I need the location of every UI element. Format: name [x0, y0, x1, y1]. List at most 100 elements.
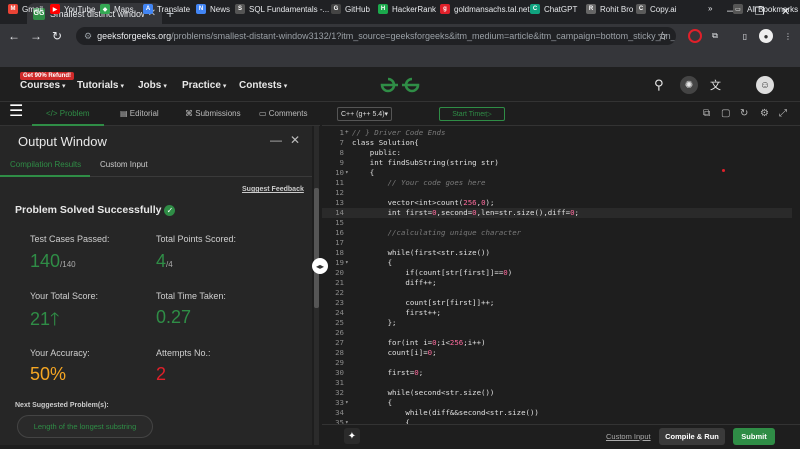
line-number: 17: [335, 238, 344, 247]
all-bookmarks[interactable]: ▭ All Bookmarks: [733, 4, 798, 14]
code-line: 17: [322, 238, 800, 248]
bookmark-item[interactable]: g goldmansachs.tal.net: [440, 4, 530, 14]
extension-puzzle-icon[interactable]: ⧉: [708, 29, 722, 43]
tab-custom-input[interactable]: Custom Input: [100, 160, 148, 169]
bookmark-item[interactable]: H HackerRank: [378, 4, 436, 14]
bookmark-item[interactable]: A Translate: [143, 4, 190, 14]
code-line: 25 };: [322, 318, 800, 328]
url-input[interactable]: ⚙ geeksforgeeks.org/problems/smallest-di…: [76, 27, 676, 45]
code-line: 23 count[str[first]]++;: [322, 298, 800, 308]
output-scrollbar-thumb[interactable]: [314, 188, 319, 308]
attempts-value: 2: [156, 364, 167, 384]
language-select[interactable]: C++ (g++ 5.4) ▾: [337, 107, 392, 121]
code-line: 34 while(diff&&second<str.size()): [322, 408, 800, 418]
fold-toggle-icon[interactable]: +: [345, 128, 349, 138]
nav-jobs[interactable]: Jobs ▾: [138, 80, 167, 91]
extension-record-icon[interactable]: [688, 29, 702, 43]
bookmark-item[interactable]: C Copy.ai: [636, 4, 677, 14]
translate-icon[interactable]: 文: [710, 77, 721, 93]
theme-toggle-icon[interactable]: ✺: [680, 76, 698, 94]
code-line: 29: [322, 358, 800, 368]
close-output-icon[interactable]: ✕: [290, 133, 300, 147]
search-icon[interactable]: ⚲: [654, 77, 664, 93]
line-number: 26: [335, 328, 344, 337]
forward-icon[interactable]: →: [30, 29, 42, 43]
bookmarks-bar: [0, 48, 800, 68]
expand-icon[interactable]: ⤢: [779, 108, 787, 119]
output-window: [0, 126, 312, 445]
all-bookmarks-label: All Bookmarks: [747, 4, 799, 14]
code-line: 7 class Solution{: [322, 138, 800, 148]
compile-run-button[interactable]: Compile & Run: [659, 428, 725, 445]
fullscreen-icon[interactable]: ▢: [721, 108, 730, 119]
chrome-menu-icon[interactable]: ⋮: [781, 29, 795, 43]
tab-problem[interactable]: </> Problem: [46, 109, 90, 118]
nav-courses-label: Courses: [20, 80, 61, 91]
nav-tutorials[interactable]: Tutorials ▾: [77, 80, 124, 91]
tab-comments[interactable]: ▭ Comments: [259, 109, 307, 118]
code-line: 12: [322, 188, 800, 198]
bookmark-favicon-icon: C: [636, 4, 646, 14]
nav-courses[interactable]: Courses ▾: [20, 80, 66, 91]
line-number: 16: [335, 228, 344, 237]
code-line: 30 first=0;: [322, 368, 800, 378]
points-label: Total Points Scored:: [156, 234, 237, 244]
gfg-logo-icon[interactable]: [378, 76, 422, 94]
start-timer-button[interactable]: Start Timer ▷: [439, 107, 505, 121]
bookmark-item[interactable]: C ChatGPT: [530, 4, 577, 14]
bookmark-item[interactable]: M Gmail: [8, 4, 43, 14]
editor-scrollbar[interactable]: [792, 126, 800, 424]
reset-code-icon[interactable]: ↻: [740, 108, 748, 119]
code-line: 13 vector<int>count(256,0);: [322, 198, 800, 208]
nav-practice[interactable]: Practice ▾: [182, 80, 226, 91]
user-avatar[interactable]: ☺: [756, 76, 774, 94]
code-line: 8 public:: [322, 148, 800, 158]
lightbulb-icon[interactable]: ✦: [344, 428, 360, 444]
reload-icon[interactable]: ↻: [52, 29, 62, 43]
settings-icon[interactable]: ⚙: [760, 108, 769, 119]
promo-badge[interactable]: Get 90% Refund!: [20, 72, 75, 80]
fold-toggle-icon[interactable]: ▾: [345, 168, 349, 178]
code-text: count[i]=0;: [352, 348, 437, 357]
code-text: while(first<str.size()): [352, 248, 490, 257]
fold-toggle-icon[interactable]: ▾: [345, 398, 349, 408]
bookmark-favicon-icon: R: [586, 4, 596, 14]
next-problem-link[interactable]: Length of the longest substring: [17, 415, 153, 438]
nav-contests[interactable]: Contests ▾: [239, 80, 287, 91]
custom-input-button[interactable]: Custom Input: [606, 432, 651, 441]
sidepanel-icon[interactable]: ▯: [738, 29, 752, 43]
code-text: for(int i=0;i<256;i++): [352, 338, 486, 347]
fold-toggle-icon[interactable]: ▾: [345, 258, 349, 268]
hamburger-menu-icon[interactable]: ☰: [9, 104, 23, 120]
submit-button[interactable]: Submit: [733, 428, 775, 445]
bookmark-item[interactable]: N News: [196, 4, 230, 14]
tab-submissions[interactable]: ⌘ Submissions: [185, 109, 241, 118]
profile-avatar[interactable]: ●: [759, 29, 773, 43]
bookmarks-overflow-icon[interactable]: »: [708, 4, 712, 13]
code-text: first=0;: [352, 368, 424, 377]
resize-handle-icon[interactable]: ◂▸: [312, 258, 328, 274]
bookmark-item[interactable]: ▶ YouTube: [50, 4, 95, 14]
copy-icon[interactable]: ⧉: [703, 108, 710, 119]
chevron-down-icon: ▾: [222, 83, 227, 90]
bookmark-star-icon[interactable]: ☆: [657, 29, 668, 43]
site-info-icon[interactable]: ⚙: [84, 31, 92, 42]
bookmark-item[interactable]: S SQL Fundamentals -...: [235, 4, 329, 14]
bookmark-favicon-icon: ▶: [50, 4, 60, 14]
bookmark-item[interactable]: G GitHub: [331, 4, 370, 14]
tab-editorial[interactable]: ▤ Editorial: [120, 109, 159, 118]
bookmark-label: Copy.ai: [650, 4, 677, 14]
code-editor[interactable]: 1 +// } Driver Code Ends 7 class Solution{8…: [322, 126, 800, 424]
chevron-down-icon: ▾: [120, 83, 124, 90]
suggest-feedback-link[interactable]: Suggest Feedback: [242, 186, 304, 193]
chevron-down-icon: ▾: [384, 111, 389, 118]
line-number: 1: [339, 128, 344, 137]
bookmark-item[interactable]: R Rohit Bro: [586, 4, 633, 14]
minimize-output-icon[interactable]: —: [270, 133, 282, 147]
back-icon[interactable]: ←: [8, 29, 20, 43]
line-number: 13: [335, 198, 344, 207]
test-cases-value: 140/140: [30, 251, 76, 272]
nav-contests-label: Contests: [239, 80, 282, 91]
tab-compilation-results[interactable]: Compilation Results: [10, 160, 81, 169]
bookmark-item[interactable]: ◆ Maps: [100, 4, 134, 14]
